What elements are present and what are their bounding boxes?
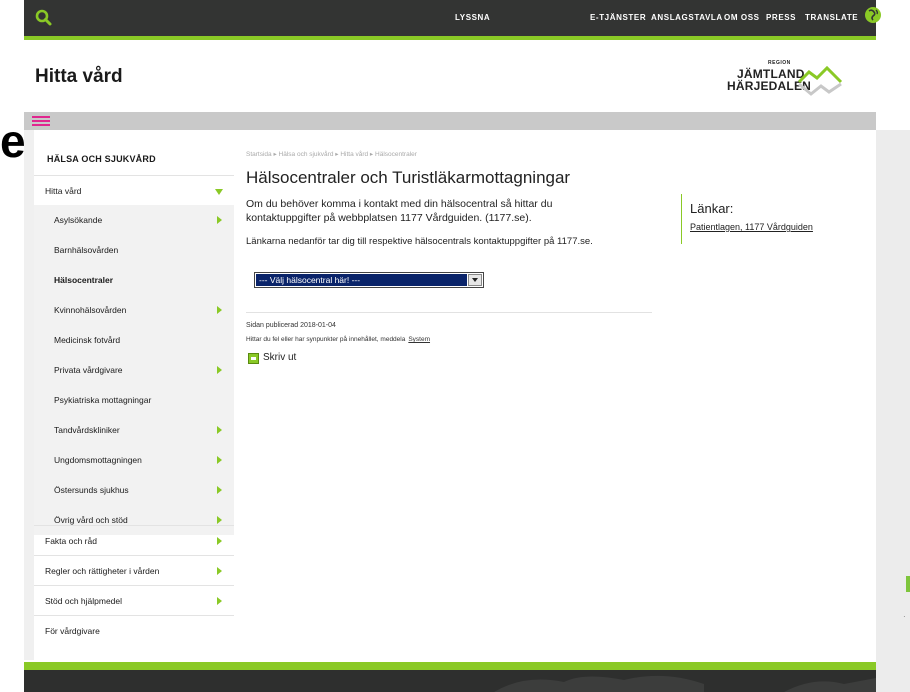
scroll-marker bbox=[906, 576, 910, 592]
select-value: --- Välj hälsocentral här! --- bbox=[256, 274, 467, 286]
chevron-down-icon[interactable] bbox=[468, 274, 482, 286]
chevron-down-icon bbox=[215, 189, 223, 195]
sidebar-item-fakta-och-rad[interactable]: Fakta och råd bbox=[34, 525, 234, 555]
sidebar-item-label: Kvinnohälsovården bbox=[54, 305, 127, 315]
top-bar: LYSSNA E-TJÄNSTER ANSLAGSTAVLA OM OSS PR… bbox=[24, 0, 881, 36]
halsocentral-select[interactable]: --- Välj hälsocentral här! --- bbox=[254, 272, 484, 288]
sidebar-item-label: Hitta vård bbox=[45, 186, 82, 196]
chevron-right-icon bbox=[217, 216, 222, 224]
logo-line2: HÄRJEDALEN bbox=[727, 79, 812, 93]
sidebar-item-stod-och-hjalpmedel[interactable]: Stöd och hjälpmedel bbox=[34, 585, 234, 615]
sidebar-item-label: För vårdgivare bbox=[45, 626, 100, 636]
right-gutter bbox=[876, 130, 910, 692]
topbar-link-translate[interactable]: TRANSLATE bbox=[805, 13, 858, 22]
page-title: Hitta vård bbox=[35, 66, 123, 87]
menu-icon[interactable] bbox=[32, 116, 50, 127]
topbar-accent-line bbox=[24, 36, 876, 40]
sidebar-item-ungdomsmottagningen[interactable]: Ungdomsmottagningen bbox=[34, 445, 234, 475]
search-icon[interactable] bbox=[34, 8, 54, 28]
links-panel: Länkar: Patientlagen, 1177 Vårdguiden bbox=[681, 194, 851, 244]
chevron-right-icon bbox=[217, 426, 222, 434]
sidebar-item-label: Stöd och hjälpmedel bbox=[45, 596, 123, 606]
page-edge-letter: e bbox=[0, 115, 26, 167]
topbar-link-lyssna[interactable]: LYSSNA bbox=[455, 13, 490, 22]
topbar-link-e-tjanster[interactable]: E-TJÄNSTER bbox=[590, 13, 646, 22]
sidebar-item-for-vardgivare[interactable]: För vårdgivare bbox=[34, 615, 234, 645]
logo-region-text: REGION bbox=[768, 60, 791, 66]
links-heading: Länkar: bbox=[690, 201, 734, 216]
sidebar-item-psykiatriska-mottagningar[interactable]: Psykiatriska mottagningar bbox=[34, 385, 234, 415]
sidebar-item-kvinnohalsovarden[interactable]: Kvinnohälsovården bbox=[34, 295, 234, 325]
region-logo[interactable]: REGION JÄMTLAND HÄRJEDALEN bbox=[727, 60, 857, 100]
footer-accent-line bbox=[24, 662, 876, 670]
link-patientlagen[interactable]: Patientlagen, 1177 Vårdguiden bbox=[690, 222, 813, 232]
feedback-label: Hittar du fel eller har synpunkter på in… bbox=[246, 336, 406, 343]
divider bbox=[246, 312, 652, 313]
chevron-right-icon bbox=[217, 537, 222, 545]
chevron-right-icon bbox=[217, 456, 222, 464]
chevron-right-icon bbox=[217, 306, 222, 314]
globe-icon[interactable] bbox=[864, 6, 882, 24]
feedback-text: Hittar du fel eller har synpunkter på in… bbox=[246, 336, 430, 343]
breadcrumb[interactable]: Startsida ▸ Hälsa och sjukvård ▸ Hitta v… bbox=[246, 150, 417, 158]
sidebar-heading: HÄLSA OCH SJUKVÅRD bbox=[47, 154, 156, 164]
topbar-link-om-oss[interactable]: OM OSS bbox=[724, 13, 760, 22]
intro-text: Om du behöver komma i kontakt med din hä… bbox=[246, 198, 553, 224]
feedback-link[interactable]: System bbox=[408, 336, 430, 343]
scroll-marker-glyph: · bbox=[903, 612, 906, 621]
sidebar-item-label: Fakta och råd bbox=[45, 536, 97, 546]
main-heading: Hälsocentraler och Turistläkarmottagning… bbox=[246, 168, 571, 187]
sidebar-item-hitta-vard[interactable]: Hitta vård bbox=[34, 175, 234, 205]
footer bbox=[24, 670, 876, 692]
sidebar-item-label: Privata vårdgivare bbox=[54, 365, 123, 375]
chevron-right-icon bbox=[217, 486, 222, 494]
chevron-right-icon bbox=[217, 366, 222, 374]
sidebar-item-label: Ungdomsmottagningen bbox=[54, 455, 142, 465]
print-label: Skriv ut bbox=[263, 352, 297, 363]
sidebar-item-label: Barnhälsovården bbox=[54, 245, 119, 255]
topbar-link-anslagstavla[interactable]: ANSLAGSTAVLA bbox=[651, 13, 723, 22]
nav-strip bbox=[24, 112, 876, 130]
sidebar-item-label: Asylsökande bbox=[54, 215, 103, 225]
chevron-right-icon bbox=[217, 597, 222, 605]
sidebar-item-label: Medicinsk fotvård bbox=[54, 335, 121, 345]
sidebar-item-medicinsk-fotvard[interactable]: Medicinsk fotvård bbox=[34, 325, 234, 355]
sidebar-item-tandvardskliniker[interactable]: Tandvårdskliniker bbox=[34, 415, 234, 445]
sidebar-item-label: Hälsocentraler bbox=[54, 275, 114, 285]
sidebar-item-label: Psykiatriska mottagningar bbox=[54, 395, 152, 405]
sidebar: HÄLSA OCH SJUKVÅRD Hitta vård Asylsökand… bbox=[34, 130, 234, 660]
published-date: Sidan publicerad 2018-01-04 bbox=[246, 322, 336, 329]
sidebar-item-label: Regler och rättigheter i vården bbox=[45, 566, 160, 576]
page: e LYSSNA E-TJÄNSTER ANSLAGSTAVLA OM OSS … bbox=[0, 0, 910, 692]
sidebar-item-halsocentraler[interactable]: Hälsocentraler bbox=[34, 265, 234, 295]
footer-map-decoration bbox=[494, 675, 876, 692]
sidebar-item-regler-och-rattigheter[interactable]: Regler och rättigheter i vården bbox=[34, 555, 234, 585]
topbar-link-press[interactable]: PRESS bbox=[766, 13, 796, 22]
logo-mountain-icon bbox=[797, 65, 843, 96]
left-gutter bbox=[24, 130, 34, 660]
intro-text-2: Länkarna nedanför tar dig till respektiv… bbox=[246, 236, 593, 247]
sidebar-item-ostersunds-sjukhus[interactable]: Östersunds sjukhus bbox=[34, 475, 234, 505]
sidebar-item-asylsokande[interactable]: Asylsökande bbox=[34, 205, 234, 235]
chevron-right-icon bbox=[217, 516, 222, 524]
printer-icon bbox=[248, 353, 259, 364]
sidebar-item-label: Övrig vård och stöd bbox=[54, 515, 128, 525]
sidebar-item-privata-vardgivare[interactable]: Privata vårdgivare bbox=[34, 355, 234, 385]
sidebar-item-barnhalsovarden[interactable]: Barnhälsovården bbox=[34, 235, 234, 265]
sidebar-item-label: Tandvårdskliniker bbox=[54, 425, 120, 435]
sidebar-item-label: Östersunds sjukhus bbox=[54, 485, 129, 495]
chevron-right-icon bbox=[217, 567, 222, 575]
